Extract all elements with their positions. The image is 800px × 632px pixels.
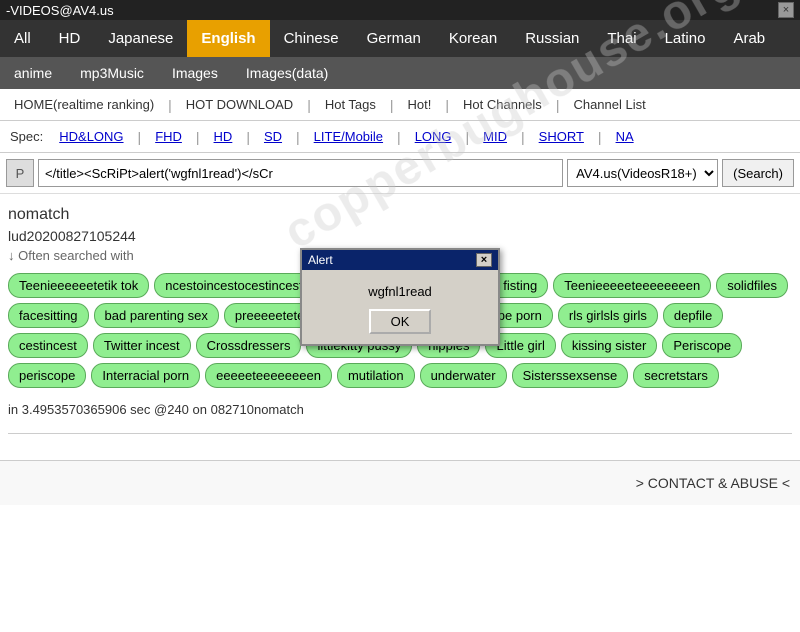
tag[interactable]: Periscope bbox=[662, 333, 742, 358]
tag[interactable]: underwater bbox=[420, 363, 507, 388]
lud-text: lud20200827105244 bbox=[8, 226, 792, 246]
nav-top-item-latino[interactable]: Latino bbox=[651, 20, 720, 57]
tag[interactable]: cestincest bbox=[8, 333, 88, 358]
tag[interactable]: Twitter incest bbox=[93, 333, 191, 358]
nav-top: AllHDJapaneseEnglishChineseGermanKoreanR… bbox=[0, 20, 800, 57]
nav-third: HOME(realtime ranking)|HOT DOWNLOAD|Hot … bbox=[0, 89, 800, 121]
search-select[interactable]: AV4.us(VideosR18+) bbox=[567, 159, 718, 187]
spec-item-fhd[interactable]: FHD bbox=[147, 125, 190, 148]
nav-top-item-japanese[interactable]: Japanese bbox=[94, 20, 187, 57]
search-icon-box[interactable]: P bbox=[6, 159, 34, 187]
nav-top-item-german[interactable]: German bbox=[353, 20, 435, 57]
alert-body: wgfnl1read OK bbox=[302, 270, 498, 344]
alert-title: Alert bbox=[308, 253, 333, 267]
timing-text: in 3.4953570365906 sec @240 on 082710nom… bbox=[8, 392, 792, 423]
nav-sep: | bbox=[388, 97, 396, 113]
nav-third-item[interactable]: Hot Channels bbox=[455, 93, 550, 116]
tag[interactable]: depfile bbox=[663, 303, 723, 328]
tag[interactable]: eeeeeteeeeeeeen bbox=[205, 363, 332, 388]
nav-top-item-thai[interactable]: Thai bbox=[593, 20, 650, 57]
nav-top-item-all[interactable]: All bbox=[0, 20, 45, 57]
spec-item-short[interactable]: SHORT bbox=[531, 125, 592, 148]
contact-link[interactable]: > CONTACT & ABUSE < bbox=[636, 475, 790, 491]
spec-sep: | bbox=[596, 129, 604, 145]
spec-sep: | bbox=[244, 129, 252, 145]
nav-top-item-russian[interactable]: Russian bbox=[511, 20, 593, 57]
spec-item-long[interactable]: LONG bbox=[407, 125, 460, 148]
search-bar: P AV4.us(VideosR18+) (Search) bbox=[0, 153, 800, 194]
window-title: -VIDEOS@AV4.us bbox=[6, 3, 114, 18]
spec-item-mid[interactable]: MID bbox=[475, 125, 515, 148]
alert-ok-button[interactable]: OK bbox=[369, 309, 432, 334]
search-input[interactable] bbox=[38, 159, 563, 187]
nav-second-item-imagesdata[interactable]: Images(data) bbox=[232, 57, 342, 89]
spec-sep: | bbox=[464, 129, 472, 145]
tag[interactable]: Sisterssexsense bbox=[512, 363, 629, 388]
nomatch-text: nomatch bbox=[8, 200, 792, 226]
nav-sep: | bbox=[305, 97, 313, 113]
tag[interactable]: mutilation bbox=[337, 363, 415, 388]
tag[interactable]: solidfiles bbox=[716, 273, 788, 298]
nav-sep: | bbox=[166, 97, 174, 113]
nav-fourth: Spec: HD&LONG|FHD|HD|SD|LITE/Mobile|LONG… bbox=[0, 121, 800, 153]
tag[interactable]: Teenieeeeeteeeeeeeen bbox=[553, 273, 711, 298]
nav-third-item[interactable]: Channel List bbox=[565, 93, 653, 116]
tag[interactable]: rls girlsls girls bbox=[558, 303, 658, 328]
spec-item-hdlong[interactable]: HD&LONG bbox=[51, 125, 131, 148]
nav-third-item[interactable]: Hot Tags bbox=[317, 93, 384, 116]
nav-third-item[interactable]: HOT DOWNLOAD bbox=[178, 93, 301, 116]
spec-item-litemobile[interactable]: LITE/Mobile bbox=[306, 125, 391, 148]
tag[interactable]: periscope bbox=[8, 363, 86, 388]
tag[interactable]: secretstars bbox=[633, 363, 719, 388]
nav-top-item-english[interactable]: English bbox=[187, 20, 269, 57]
footer: > CONTACT & ABUSE < bbox=[0, 460, 800, 505]
nav-third-item[interactable]: HOME(realtime ranking) bbox=[6, 93, 162, 116]
spec-sep: | bbox=[136, 129, 144, 145]
title-bar: -VIDEOS@AV4.us × bbox=[0, 0, 800, 20]
nav-top-item-chinese[interactable]: Chinese bbox=[270, 20, 353, 57]
spec-sep: | bbox=[395, 129, 403, 145]
alert-dialog: Alert × wgfnl1read OK bbox=[300, 248, 500, 346]
nav-sep: | bbox=[554, 97, 562, 113]
spec-item-na[interactable]: NA bbox=[608, 125, 642, 148]
spec-sep: | bbox=[194, 129, 202, 145]
spec-sep: | bbox=[294, 129, 302, 145]
spec-sep: | bbox=[519, 129, 527, 145]
nav-second: animemp3MusicImagesImages(data) bbox=[0, 57, 800, 89]
nav-second-item-anime[interactable]: anime bbox=[0, 57, 66, 89]
tag[interactable]: bad parenting sex bbox=[94, 303, 219, 328]
search-button[interactable]: (Search) bbox=[722, 159, 794, 187]
nav-top-item-arab[interactable]: Arab bbox=[719, 20, 779, 57]
alert-titlebar: Alert × bbox=[302, 250, 498, 270]
nav-top-item-korean[interactable]: Korean bbox=[435, 20, 511, 57]
tag[interactable]: Interracial porn bbox=[91, 363, 200, 388]
spec-item-sd[interactable]: SD bbox=[256, 125, 290, 148]
tag[interactable]: Crossdressers bbox=[196, 333, 302, 358]
window-close-button[interactable]: × bbox=[778, 2, 794, 18]
nav-top-item-hd[interactable]: HD bbox=[45, 20, 95, 57]
tag[interactable]: Teenieeeeeetetik tok bbox=[8, 273, 149, 298]
spec-item-hd[interactable]: HD bbox=[206, 125, 241, 148]
tag[interactable]: ncestoincestocestincest bbox=[154, 273, 313, 298]
alert-close-button[interactable]: × bbox=[476, 253, 492, 267]
footer-line bbox=[8, 433, 792, 454]
nav-second-item-images[interactable]: Images bbox=[158, 57, 232, 89]
spec-label: Spec: bbox=[6, 125, 47, 148]
nav-sep: | bbox=[443, 97, 451, 113]
alert-message: wgfnl1read bbox=[312, 284, 488, 299]
tag[interactable]: kissing sister bbox=[561, 333, 657, 358]
nav-third-item[interactable]: Hot! bbox=[400, 93, 440, 116]
nav-second-item-mp3music[interactable]: mp3Music bbox=[66, 57, 158, 89]
tag[interactable]: facesitting bbox=[8, 303, 89, 328]
